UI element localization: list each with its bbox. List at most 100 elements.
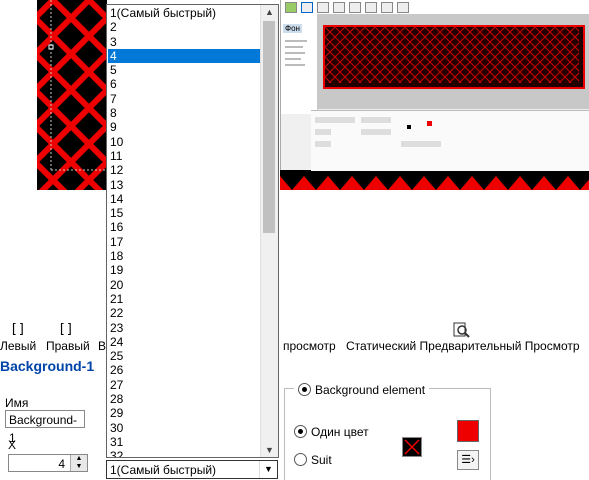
name-label: Имя xyxy=(5,396,29,410)
dropdown-item[interactable]: 4 xyxy=(108,48,260,64)
align-left-icon[interactable]: [] xyxy=(10,322,26,337)
thumb-tool-icon xyxy=(317,2,329,13)
background-element-radio[interactable]: Background element xyxy=(294,383,430,397)
thumb-tool-icon xyxy=(285,2,297,13)
dropdown-item[interactable]: 19 xyxy=(108,263,260,277)
radio-selected-icon[interactable] xyxy=(298,383,311,396)
static-preview-label[interactable]: Статический Предварительный Просмотр xyxy=(346,339,580,353)
speed-dropdown-list[interactable]: 1(Самый быстрый) 2 3 4 5 6 7 8 9 10 11 12 13 14 15 16 17… xyxy=(106,4,279,458)
none-color-swatch[interactable] xyxy=(402,437,422,457)
thumb-field xyxy=(361,117,391,123)
dropdown-item[interactable]: 15 xyxy=(108,206,260,220)
tree-line xyxy=(285,64,305,66)
dropdown-item[interactable]: 6 xyxy=(108,77,260,91)
thumb-field xyxy=(361,129,391,135)
dropdown-item[interactable]: 20 xyxy=(108,278,260,292)
dropdown-items: 1(Самый быстрый) 2 3 4 5 6 7 8 9 10 11 12 13 14 15 16 17… xyxy=(108,6,260,457)
thumb-field xyxy=(315,117,355,123)
dropdown-item[interactable]: 9 xyxy=(108,120,260,134)
align-left-label[interactable]: Левый xyxy=(0,339,36,353)
canvas-empty-area-right xyxy=(280,190,589,318)
dropdown-item[interactable]: 1(Самый быстрый) xyxy=(108,6,260,20)
dropdown-item[interactable]: 26 xyxy=(108,363,260,377)
suit-radio[interactable]: Suit xyxy=(294,453,332,467)
dropdown-item[interactable]: 31 xyxy=(108,435,260,449)
dropdown-item[interactable]: 22 xyxy=(108,306,260,320)
chevron-up-icon[interactable]: ▲ xyxy=(261,5,278,19)
thumb-swatch xyxy=(427,121,432,126)
properties-title: Background-1 xyxy=(0,358,95,374)
dropdown-item[interactable]: 21 xyxy=(108,292,260,306)
dropdown-item[interactable]: 13 xyxy=(108,178,260,192)
align-right-label[interactable]: Правый xyxy=(46,339,90,353)
dropdown-item[interactable]: 16 xyxy=(108,220,260,234)
thumbnail-tree: Фон xyxy=(281,14,318,114)
led-canvas-preview xyxy=(37,0,107,190)
combo-value: 1(Самый быстрый) xyxy=(110,463,217,477)
scrollbar-thumb[interactable] xyxy=(263,21,275,233)
thumb-tool-icon xyxy=(397,2,409,13)
cross-icon xyxy=(404,439,420,455)
dropdown-item[interactable]: 17 xyxy=(108,235,260,249)
chevron-down-icon[interactable]: ▼ xyxy=(261,443,278,457)
dropdown-item[interactable]: 28 xyxy=(108,392,260,406)
toolbar: [] Левый [] Правый В просмотр Статически… xyxy=(0,318,589,356)
dropdown-item[interactable]: 11 xyxy=(108,149,260,163)
radio-selected-icon[interactable] xyxy=(294,425,307,438)
tree-line xyxy=(285,46,303,48)
dropdown-item[interactable]: 8 xyxy=(108,106,260,120)
dropdown-item[interactable]: 12 xyxy=(108,163,260,177)
thumbnail-toolbar xyxy=(281,0,589,15)
tree-line xyxy=(285,40,307,42)
thumb-tool-icon xyxy=(333,2,345,13)
x-spinner[interactable]: 4 ▲ ▼ xyxy=(8,454,88,472)
tree-line xyxy=(285,52,305,54)
thumb-swatch xyxy=(407,125,411,129)
zigzag-pattern xyxy=(280,170,589,190)
dropdown-item[interactable]: 14 xyxy=(108,192,260,206)
dropdown-item[interactable]: 24 xyxy=(108,335,260,349)
preview-search-icon xyxy=(453,322,470,338)
align-right-icon[interactable]: [] xyxy=(58,322,74,337)
diamond-pattern xyxy=(37,0,107,190)
led-stripe-preview xyxy=(280,170,589,190)
thumb-tool-icon xyxy=(301,2,313,13)
dropdown-item[interactable]: 30 xyxy=(108,421,260,435)
radio-unselected-icon[interactable] xyxy=(294,453,307,466)
dropdown-item[interactable]: 27 xyxy=(108,378,260,392)
one-color-radio[interactable]: Один цвет xyxy=(294,425,369,439)
thumb-tool-icon xyxy=(381,2,393,13)
thumb-tool-icon xyxy=(365,2,377,13)
thumb-field xyxy=(401,141,441,147)
dropdown-item[interactable]: 29 xyxy=(108,406,260,420)
dropdown-item[interactable]: 5 xyxy=(108,63,260,77)
one-color-label: Один цвет xyxy=(311,425,369,439)
dropdown-item[interactable]: 18 xyxy=(108,249,260,263)
x-label: X xyxy=(8,438,17,452)
thumb-tool-icon xyxy=(349,2,361,13)
dropdown-item[interactable]: 23 xyxy=(108,321,260,335)
dropdown-item[interactable]: 3 xyxy=(108,35,260,49)
preview-thumbnail-window: Фон xyxy=(280,0,589,171)
dropdown-item[interactable]: 10 xyxy=(108,135,260,149)
thumbnail-tree-item: Фон xyxy=(283,24,302,33)
suit-label: Suit xyxy=(311,453,332,467)
toolbar-b-label[interactable]: В xyxy=(98,339,106,353)
dropdown-item[interactable]: 32 xyxy=(108,449,260,457)
dropdown-scrollbar[interactable]: ▲ ▼ xyxy=(260,5,278,457)
spin-arrows-icon[interactable]: ▲ ▼ xyxy=(70,455,87,471)
dropdown-item[interactable]: 2 xyxy=(108,20,260,34)
speed-combobox[interactable]: 1(Самый быстрый) ▼ xyxy=(106,460,278,479)
thumb-field xyxy=(315,129,331,135)
name-input[interactable]: Background-1 xyxy=(5,410,85,445)
list-settings-icon[interactable]: ☰› xyxy=(457,450,479,470)
thumbnail-led-area xyxy=(323,25,585,89)
chevron-down-icon[interactable]: ▼ xyxy=(259,461,277,478)
preview-button-label[interactable]: просмотр xyxy=(283,339,336,353)
x-value: 4 xyxy=(58,457,65,471)
dropdown-item[interactable]: 25 xyxy=(108,349,260,363)
dropdown-item[interactable]: 7 xyxy=(108,92,260,106)
thumbnail-properties xyxy=(311,110,589,171)
red-color-swatch[interactable] xyxy=(457,420,479,442)
thumbnail-grid-pattern xyxy=(325,27,579,83)
